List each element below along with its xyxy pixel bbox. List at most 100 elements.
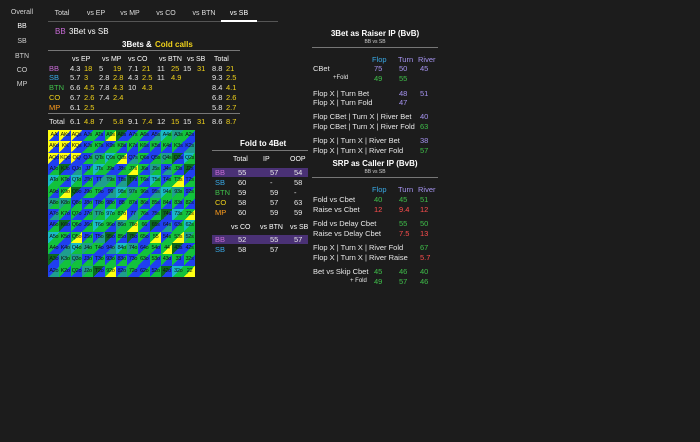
hand-cell-t3o[interactable]: T3o <box>93 254 105 267</box>
hand-cell-q9o[interactable]: Q9o <box>70 186 83 199</box>
sidebar-item-btn[interactable]: BTN <box>0 53 44 60</box>
hand-cell-32s[interactable]: 32s <box>183 254 196 267</box>
hand-cell-98s[interactable]: 98s <box>115 186 128 199</box>
hand-cell-86s[interactable]: 86s <box>138 197 151 210</box>
hand-cell-82o[interactable]: 82o <box>115 265 128 278</box>
hand-cell-j5s[interactable]: J5s <box>149 163 162 176</box>
hand-cell-q6o[interactable]: Q6o <box>70 220 83 233</box>
hand-cell-42s[interactable]: 42s <box>183 243 196 255</box>
hand-cell-a5s[interactable]: A5s <box>149 130 162 142</box>
hand-cell-74o[interactable]: 74o <box>127 243 139 255</box>
hand-cell-a6o[interactable]: A6o <box>48 220 60 233</box>
hand-cell-85s[interactable]: 85s <box>149 197 162 210</box>
hand-cell-kqs[interactable]: KQs <box>70 141 83 153</box>
hand-cell-t6o[interactable]: T6o <box>93 220 105 233</box>
hand-cell-j6o[interactable]: J6o <box>81 220 94 233</box>
hand-cell-55[interactable]: 55 <box>149 231 162 244</box>
hand-cell-qto[interactable]: QTo <box>70 175 83 187</box>
hand-cell-ajs[interactable]: AJs <box>81 130 94 142</box>
hand-cell-qts[interactable]: QTs <box>93 152 105 165</box>
hand-cell-a4o[interactable]: A4o <box>48 243 60 255</box>
hand-cell-96s[interactable]: 96s <box>138 186 151 199</box>
tab-vs-sb[interactable]: vs SB <box>221 10 257 17</box>
hand-cell-ako[interactable]: AKo <box>48 141 60 153</box>
hand-cell-aks[interactable]: AKs <box>59 130 71 142</box>
sidebar-item-bb[interactable]: BB <box>0 23 44 30</box>
hand-cell-kk[interactable]: KK <box>59 141 71 153</box>
hand-cell-65o[interactable]: 65o <box>138 231 151 244</box>
hand-cell-92o[interactable]: 92o <box>104 265 117 278</box>
hand-cell-85o[interactable]: 85o <box>115 231 128 244</box>
hand-cell-95s[interactable]: 95s <box>149 186 162 199</box>
hand-cell-42o[interactable]: 42o <box>161 265 173 278</box>
hand-cell-q9s[interactable]: Q9s <box>104 152 117 165</box>
hand-cell-52s[interactable]: 52s <box>183 231 196 244</box>
hand-cell-94o[interactable]: 94o <box>104 243 117 255</box>
hand-cell-32o[interactable]: 32o <box>172 265 185 278</box>
hand-cell-a9s[interactable]: A9s <box>104 130 117 142</box>
hand-cell-kjo[interactable]: KJo <box>59 163 71 176</box>
hand-cell-k4o[interactable]: K4o <box>59 243 71 255</box>
hand-cell-87s[interactable]: 87s <box>127 197 139 210</box>
hand-cell-k9s[interactable]: K9s <box>104 141 117 153</box>
hand-cell-72s[interactable]: 72s <box>183 209 196 221</box>
hand-cell-j9o[interactable]: J9o <box>81 186 94 199</box>
hand-cell-a9o[interactable]: A9o <box>48 186 60 199</box>
hand-cell-q3o[interactable]: Q3o <box>70 254 83 267</box>
hand-cell-t2s[interactable]: T2s <box>183 175 196 187</box>
hand-cell-kjs[interactable]: KJs <box>81 141 94 153</box>
hand-cell-j9s[interactable]: J9s <box>104 163 117 176</box>
hand-cell-q3s[interactable]: Q3s <box>172 152 185 165</box>
hand-cell-k8s[interactable]: K8s <box>115 141 128 153</box>
hand-cell-qq[interactable]: QQ <box>70 152 83 165</box>
hand-cell-43o[interactable]: 43o <box>161 254 173 267</box>
hand-cell-98o[interactable]: 98o <box>104 197 117 210</box>
hand-cell-a8s[interactable]: A8s <box>115 130 128 142</box>
hand-cell-j3s[interactable]: J3s <box>172 163 185 176</box>
hand-cell-aqo[interactable]: AQo <box>48 152 60 165</box>
hand-cell-t8o[interactable]: T8o <box>93 197 105 210</box>
hand-cell-k2s[interactable]: K2s <box>183 141 196 153</box>
hand-cell-22[interactable]: 22 <box>183 265 196 278</box>
sidebar-item-sb[interactable]: SB <box>0 38 44 45</box>
hand-cell-ats[interactable]: ATs <box>93 130 105 142</box>
hand-cell-54s[interactable]: 54s <box>161 231 173 244</box>
hand-cell-33[interactable]: 33 <box>172 254 185 267</box>
hand-cell-a5o[interactable]: A5o <box>48 231 60 244</box>
hand-cell-t2o[interactable]: T2o <box>93 265 105 278</box>
hand-cell-52o[interactable]: 52o <box>149 265 162 278</box>
hand-cell-j8s[interactable]: J8s <box>115 163 128 176</box>
hand-cell-k3o[interactable]: K3o <box>59 254 71 267</box>
hand-cell-t9o[interactable]: T9o <box>93 186 105 199</box>
hand-cell-53s[interactable]: 53s <box>172 231 185 244</box>
hand-cell-k5o[interactable]: K5o <box>59 231 71 244</box>
hand-cell-q8o[interactable]: Q8o <box>70 197 83 210</box>
hand-cell-84s[interactable]: 84s <box>161 197 173 210</box>
hand-cell-j2o[interactable]: J2o <box>81 265 94 278</box>
hand-cell-q2o[interactable]: Q2o <box>70 265 83 278</box>
hand-cell-k5s[interactable]: K5s <box>149 141 162 153</box>
hand-cell-jto[interactable]: JTo <box>81 175 94 187</box>
hand-cell-74s[interactable]: 74s <box>161 209 173 221</box>
hand-cell-qjs[interactable]: QJs <box>81 152 94 165</box>
hand-cell-96o[interactable]: 96o <box>104 220 117 233</box>
hand-cell-a8o[interactable]: A8o <box>48 197 60 210</box>
hand-cell-a7s[interactable]: A7s <box>127 130 139 142</box>
hand-cell-k6o[interactable]: K6o <box>59 220 71 233</box>
hand-cell-44[interactable]: 44 <box>161 243 173 255</box>
hand-cell-t4s[interactable]: T4s <box>161 175 173 187</box>
hand-cell-aqs[interactable]: AQs <box>70 130 83 142</box>
hand-cell-66[interactable]: 66 <box>138 220 151 233</box>
hand-cell-t4o[interactable]: T4o <box>93 243 105 255</box>
hand-cell-92s[interactable]: 92s <box>183 186 196 199</box>
hand-cell-83s[interactable]: 83s <box>172 197 185 210</box>
hand-cell-k9o[interactable]: K9o <box>59 186 71 199</box>
tab-vs-co[interactable]: vs CO <box>149 10 183 17</box>
hand-cell-t7s[interactable]: T7s <box>127 175 139 187</box>
hand-cell-q6s[interactable]: Q6s <box>138 152 151 165</box>
hand-cell-k8o[interactable]: K8o <box>59 197 71 210</box>
hand-cell-77[interactable]: 77 <box>127 209 139 221</box>
hand-cell-a3o[interactable]: A3o <box>48 254 60 267</box>
hand-cell-jj[interactable]: JJ <box>81 163 94 176</box>
sidebar-item-co[interactable]: CO <box>0 67 44 74</box>
